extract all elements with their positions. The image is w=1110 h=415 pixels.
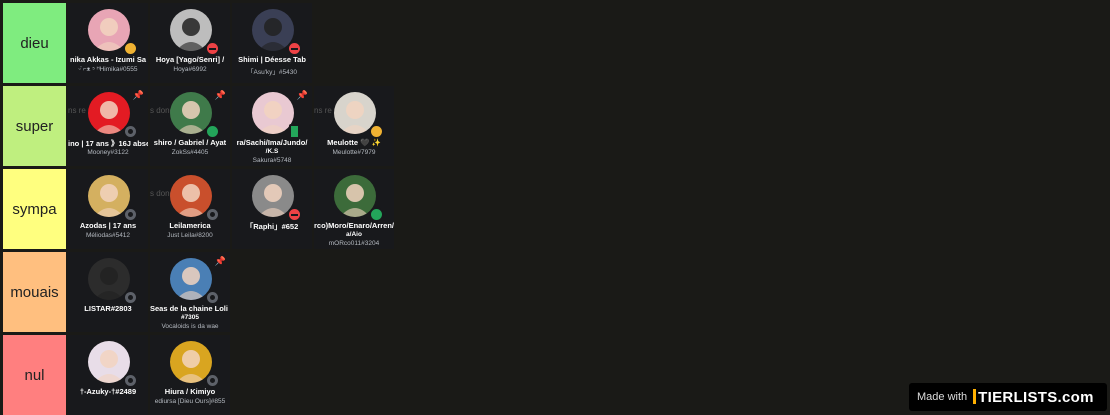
tierlists-watermark[interactable]: Made with TIERLISTS.com xyxy=(909,383,1107,411)
tier-item-card[interactable]: rco)Moro/Enaro/Arren/a/Aio mORco011#3204 xyxy=(314,169,394,249)
user-subtag: Vocaloids is da wae xyxy=(161,323,219,330)
tier-item-card[interactable]: 📌 Seas de la chaine Loli & C#7305 Vocaloid… xyxy=(150,252,230,332)
tier-label[interactable]: mouais xyxy=(3,252,66,332)
user-subtag: Sakura#5748 xyxy=(252,157,292,164)
tier-item-card[interactable]: s donc Leilamerica Just Leila#8200 xyxy=(150,169,230,249)
status-dnd-icon xyxy=(287,207,302,222)
status-idle-icon xyxy=(369,124,384,139)
user-tag: Meulotte#7979 xyxy=(332,149,376,156)
tier-item-card[interactable]: ns re Meulotte 🖤 ✨ Meulotte#7979 xyxy=(314,86,394,166)
pink-anime-avatar xyxy=(252,92,294,134)
user-name: ino | 17 ans 》16J abse xyxy=(68,139,148,148)
tier-item-card[interactable]: Azodas | 17 ans Méliodas#5412 xyxy=(68,169,148,249)
user-tag: ediursa [Dieu Ours]#855 xyxy=(154,398,226,405)
tier-label[interactable]: super xyxy=(3,86,66,166)
status-offline-icon xyxy=(205,373,220,388)
user-name: Seas de la chaine Loli & C xyxy=(150,304,230,313)
user-name: †-Azuky-†#2489 xyxy=(79,387,137,396)
user-name: Meulotte 🖤 ✨ xyxy=(327,138,381,147)
user-tag: 「Asu'ky」#5430 xyxy=(246,69,298,76)
user-tag: /K.S xyxy=(265,148,279,155)
tier-row-mouais: mouais LISTAR#2803 📌 Seas de la chaine Loli… xyxy=(0,252,1110,332)
tier-item-card[interactable]: s donc 📌 shiro / Gabriel / Ayat ZokSs#4405 xyxy=(150,86,230,166)
background-text: ns re xyxy=(314,106,332,115)
tier-item-card[interactable]: 📌 ra/Sachi/Ima/Jundo//K.S Sakura#5748 xyxy=(232,86,312,166)
status-offline-icon xyxy=(123,373,138,388)
tier-items: LISTAR#2803 📌 Seas de la chaine Loli & C#7… xyxy=(68,252,232,332)
user-name: Shimi | Déesse Tab xyxy=(238,55,306,64)
user-tag: #7305 xyxy=(180,314,200,321)
status-idle-icon xyxy=(123,41,138,56)
tier-item-card[interactable]: Shimi | Déesse Tab 「Asu'ky」#5430 xyxy=(232,3,312,83)
tier-label[interactable]: dieu xyxy=(3,3,66,83)
status-offline-icon xyxy=(205,290,220,305)
tier-item-card[interactable]: nika Akkas - Izumi Sa ᵕ̈ ⌐ᴥ ⁵ ᴴHimika#055… xyxy=(68,3,148,83)
tier-item-card[interactable]: 「Raphi」#652 xyxy=(232,169,312,249)
status-offline-icon xyxy=(123,207,138,222)
user-subtag: mORco011#3204 xyxy=(328,240,380,247)
user-tag: a/Aio xyxy=(346,231,362,238)
made-with-label: Made with xyxy=(917,391,968,403)
status-online-icon xyxy=(369,207,384,222)
status-online-icon xyxy=(205,124,220,139)
user-name: rco)Moro/Enaro/Arren/ xyxy=(314,221,394,230)
pin-icon: 📌 xyxy=(214,90,226,100)
status-offline-icon xyxy=(123,124,138,139)
tier-items: ns re 📌 ino | 17 ans 》16J abse Mooney#3122 s… xyxy=(68,86,396,166)
tier-row-sympa: sympa Azodas | 17 ans Méliodas#5412 s donc L… xyxy=(0,169,1110,249)
status-offline-icon xyxy=(123,290,138,305)
user-tag: Mooney#3122 xyxy=(87,149,129,156)
user-name: nika Akkas - Izumi Sa xyxy=(69,55,146,64)
user-name: LISTAR#2803 xyxy=(84,304,132,313)
user-name: Hoya [Yago/Senri] / xyxy=(155,55,225,64)
user-name: Hiura / Kimiyo xyxy=(164,387,216,396)
pin-icon: 📌 xyxy=(214,256,226,266)
status-offline-icon xyxy=(205,207,220,222)
user-tag: Just Leila#8200 xyxy=(167,232,213,239)
status-mobile-icon xyxy=(289,124,300,139)
tier-items: Azodas | 17 ans Méliodas#5412 s donc Leilam… xyxy=(68,169,396,249)
tier-row-super: super ns re 📌 ino | 17 ans 》16J abse Mooney#… xyxy=(0,86,1110,166)
tier-item-card[interactable]: †-Azuky-†#2489 xyxy=(68,335,148,415)
tier-label[interactable]: sympa xyxy=(3,169,66,249)
pin-icon: 📌 xyxy=(132,90,144,100)
user-name: ra/Sachi/Ima/Jundo/ xyxy=(236,138,308,147)
status-dnd-icon xyxy=(287,41,302,56)
user-name: Azodas | 17 ans xyxy=(79,221,137,230)
tier-label[interactable]: nul xyxy=(3,335,66,415)
tier-row-dieu: dieu nika Akkas - Izumi Sa ᵕ̈ ⌐ᴥ ⁵ ᴴHimika… xyxy=(0,3,1110,83)
tier-item-card[interactable]: ns re 📌 ino | 17 ans 》16J abse Mooney#3122 xyxy=(68,86,148,166)
user-name: shiro / Gabriel / Ayat xyxy=(153,138,227,147)
user-tag: ZokSs#4405 xyxy=(171,149,209,156)
tier-item-card[interactable]: LISTAR#2803 xyxy=(68,252,148,332)
user-tag: Hoya#6992 xyxy=(173,66,207,73)
tierlists-logo: TIERLISTS.com xyxy=(973,388,1094,406)
tier-item-card[interactable]: Hoya [Yago/Senri] / Hoya#6992 xyxy=(150,3,230,83)
tier-items: †-Azuky-†#2489 Hiura / Kimiyo ediursa [Die… xyxy=(68,335,232,415)
tier-items: nika Akkas - Izumi Sa ᵕ̈ ⌐ᴥ ⁵ ᴴHimika#055… xyxy=(68,3,314,83)
tier-item-card[interactable]: Hiura / Kimiyo ediursa [Dieu Ours]#855 xyxy=(150,335,230,415)
user-tag: ᵕ̈ ⌐ᴥ ⁵ ᴴHimika#0555 xyxy=(78,66,138,73)
pin-icon: 📌 xyxy=(296,90,308,100)
user-name: 「Raphi」#652 xyxy=(245,222,299,231)
user-name: Leilamerica xyxy=(169,221,211,230)
background-text: ns re xyxy=(68,106,86,115)
status-dnd-icon xyxy=(205,41,220,56)
user-tag: Méliodas#5412 xyxy=(85,232,131,239)
